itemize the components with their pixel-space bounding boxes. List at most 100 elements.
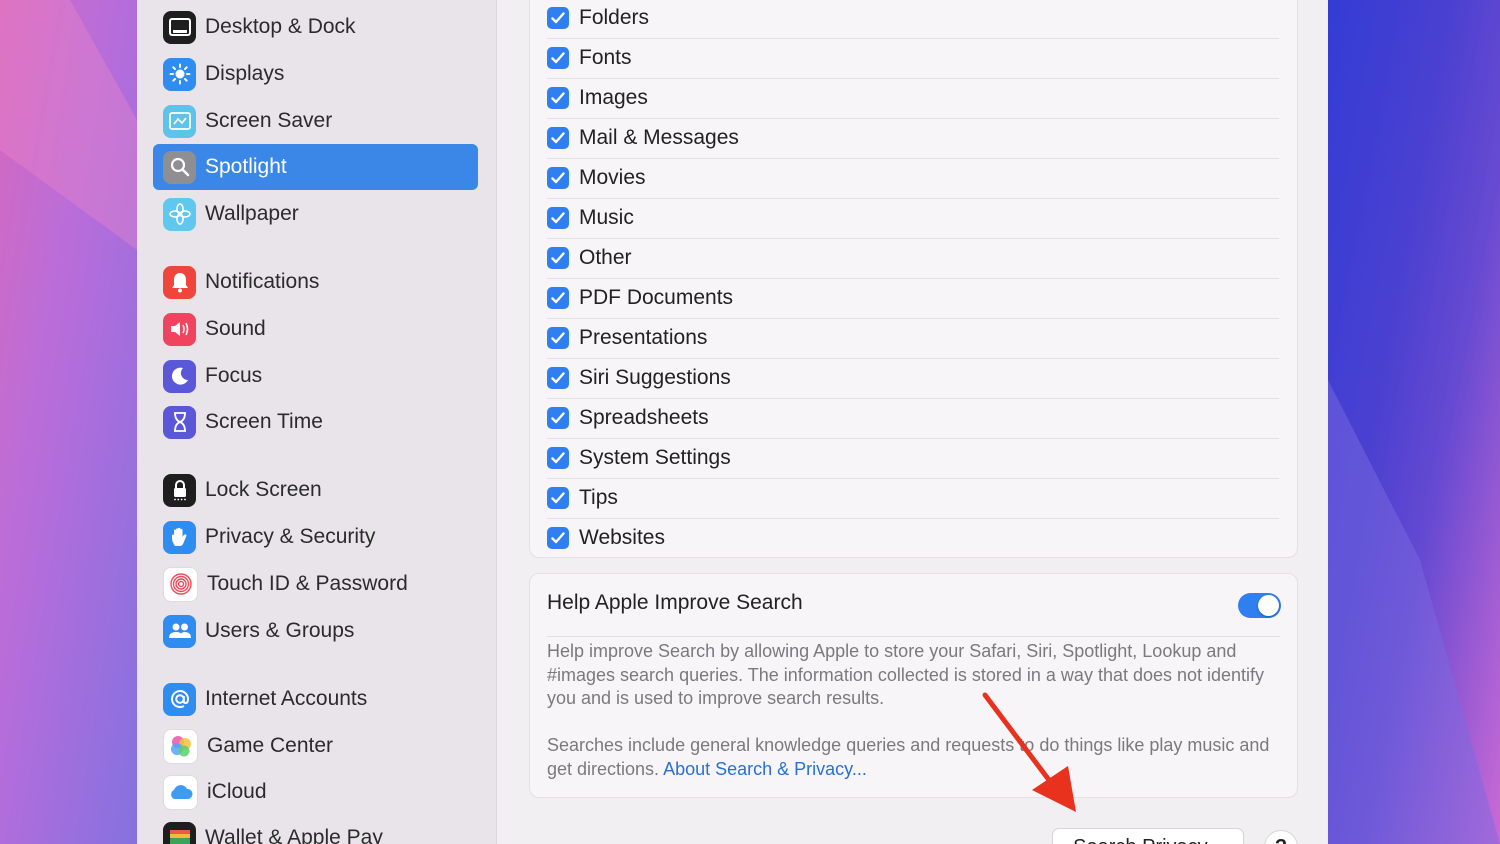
- help-improve-search-title: Help Apple Improve Search: [547, 591, 803, 614]
- help-button[interactable]: ?: [1264, 830, 1298, 844]
- privacy-hand-icon: [163, 520, 196, 554]
- help-improve-search-toggle[interactable]: [1238, 593, 1281, 618]
- displays-icon: [163, 57, 196, 91]
- checkbox-checked-icon[interactable]: [547, 7, 569, 29]
- screen-saver-icon: [163, 104, 196, 138]
- spotlight-pane: Folders Fonts Images Mail & Messages Mov…: [497, 0, 1328, 844]
- sidebar-item-label: Privacy & Security: [205, 525, 376, 548]
- sidebar-item-screen-time[interactable]: Screen Time: [153, 399, 478, 445]
- checkbox-checked-icon[interactable]: [547, 447, 569, 469]
- sidebar-item-focus[interactable]: Focus: [153, 353, 478, 399]
- sidebar-item-label: Users & Groups: [205, 619, 355, 642]
- system-settings-window: Desktop & Dock Displays Screen Saver Spo…: [137, 0, 1328, 844]
- sidebar-item-spotlight[interactable]: Spotlight: [153, 144, 478, 190]
- sidebar-item-sound[interactable]: Sound: [153, 306, 478, 352]
- search-privacy-button[interactable]: Search Privacy...: [1052, 828, 1244, 844]
- checkbox-checked-icon[interactable]: [547, 167, 569, 189]
- category-label: Music: [579, 206, 634, 229]
- sidebar-item-icloud[interactable]: iCloud: [153, 769, 478, 815]
- category-row-movies[interactable]: Movies: [547, 158, 1279, 199]
- sidebar-item-wallpaper[interactable]: Wallpaper: [153, 191, 478, 237]
- sidebar-item-label: Screen Saver: [205, 109, 333, 132]
- sidebar-item-label: Screen Time: [205, 410, 323, 433]
- lock-screen-icon: [163, 473, 196, 507]
- sidebar-item-notifications[interactable]: Notifications: [153, 259, 478, 305]
- category-label: Other: [579, 246, 632, 269]
- sidebar-item-touch-id[interactable]: Touch ID & Password: [153, 561, 478, 607]
- category-label: Siri Suggestions: [579, 366, 731, 389]
- sidebar-item-label: Spotlight: [205, 155, 287, 178]
- checkbox-checked-icon[interactable]: [547, 287, 569, 309]
- toggle-knob: [1258, 595, 1279, 616]
- sidebar-item-desktop-dock[interactable]: Desktop & Dock: [153, 4, 478, 50]
- searches-include-text: Searches include general knowledge queri…: [547, 735, 1270, 779]
- checkbox-checked-icon[interactable]: [547, 527, 569, 549]
- sound-icon: [163, 312, 196, 346]
- checkbox-checked-icon[interactable]: [547, 247, 569, 269]
- category-row-system-settings[interactable]: System Settings: [547, 438, 1279, 479]
- sidebar-item-label: Focus: [205, 364, 263, 387]
- spotlight-icon: [163, 150, 196, 184]
- category-row-presentations[interactable]: Presentations: [547, 318, 1279, 359]
- sidebar-item-label: iCloud: [207, 780, 267, 803]
- checkbox-checked-icon[interactable]: [547, 407, 569, 429]
- sidebar-item-label: Touch ID & Password: [207, 572, 408, 595]
- focus-icon: [163, 359, 196, 393]
- category-label: Spreadsheets: [579, 406, 709, 429]
- help-improve-search-card: Help Apple Improve Search Help improve S…: [529, 573, 1298, 798]
- category-row-tips[interactable]: Tips: [547, 478, 1279, 519]
- help-improve-description: Help improve Search by allowing Apple to…: [547, 641, 1265, 708]
- checkbox-checked-icon[interactable]: [547, 207, 569, 229]
- checkbox-checked-icon[interactable]: [547, 47, 569, 69]
- sidebar: Desktop & Dock Displays Screen Saver Spo…: [137, 0, 497, 844]
- about-search-privacy-link[interactable]: About Search & Privacy...: [663, 759, 867, 779]
- searches-include-description: Searches include general knowledge queri…: [547, 734, 1282, 781]
- category-row-mail-messages[interactable]: Mail & Messages: [547, 118, 1279, 159]
- checkbox-checked-icon[interactable]: [547, 327, 569, 349]
- sidebar-item-users-groups[interactable]: Users & Groups: [153, 608, 478, 654]
- wallpaper-icon: [163, 197, 196, 231]
- sidebar-item-lock-screen[interactable]: Lock Screen: [153, 467, 478, 513]
- notifications-icon: [163, 265, 196, 299]
- category-row-fonts[interactable]: Fonts: [547, 38, 1279, 79]
- sidebar-item-label: Notifications: [205, 270, 320, 293]
- sidebar-item-game-center[interactable]: Game Center: [153, 723, 478, 769]
- category-row-images[interactable]: Images: [547, 78, 1279, 119]
- sidebar-item-label: Internet Accounts: [205, 687, 368, 710]
- checkbox-checked-icon[interactable]: [547, 127, 569, 149]
- icloud-icon: [163, 774, 198, 810]
- divider: [547, 636, 1280, 637]
- category-label: Mail & Messages: [579, 126, 739, 149]
- sidebar-item-privacy-security[interactable]: Privacy & Security: [153, 514, 478, 560]
- sidebar-item-label: Sound: [205, 317, 266, 340]
- sidebar-item-wallet[interactable]: Wallet & Apple Pay: [153, 815, 478, 844]
- category-label: Websites: [579, 526, 665, 549]
- sidebar-item-label: Displays: [205, 62, 285, 85]
- category-row-other[interactable]: Other: [547, 238, 1279, 279]
- sidebar-item-label: Game Center: [207, 734, 334, 757]
- category-label: Movies: [579, 166, 646, 189]
- category-row-websites[interactable]: Websites: [547, 518, 1279, 558]
- sidebar-item-internet-accounts[interactable]: Internet Accounts: [153, 676, 478, 722]
- category-row-music[interactable]: Music: [547, 198, 1279, 239]
- category-row-folders[interactable]: Folders: [547, 0, 1279, 39]
- category-label: Fonts: [579, 46, 632, 69]
- category-label: Images: [579, 86, 648, 109]
- checkbox-checked-icon[interactable]: [547, 367, 569, 389]
- wallet-icon: [163, 821, 196, 844]
- category-row-siri-suggestions[interactable]: Siri Suggestions: [547, 358, 1279, 399]
- sidebar-item-label: Wallpaper: [205, 202, 299, 225]
- category-label: PDF Documents: [579, 286, 734, 309]
- game-center-icon: [163, 728, 198, 764]
- category-row-spreadsheets[interactable]: Spreadsheets: [547, 398, 1279, 439]
- category-row-pdf-documents[interactable]: PDF Documents: [547, 278, 1279, 319]
- category-label: Folders: [579, 6, 650, 29]
- search-results-categories-card: Folders Fonts Images Mail & Messages Mov…: [529, 0, 1298, 558]
- category-label: Presentations: [579, 326, 708, 349]
- sidebar-item-label: Wallet & Apple Pay: [205, 826, 383, 844]
- sidebar-item-label: Lock Screen: [205, 478, 322, 501]
- sidebar-item-displays[interactable]: Displays: [153, 51, 478, 97]
- checkbox-checked-icon[interactable]: [547, 487, 569, 509]
- sidebar-item-screen-saver[interactable]: Screen Saver: [153, 98, 478, 144]
- checkbox-checked-icon[interactable]: [547, 87, 569, 109]
